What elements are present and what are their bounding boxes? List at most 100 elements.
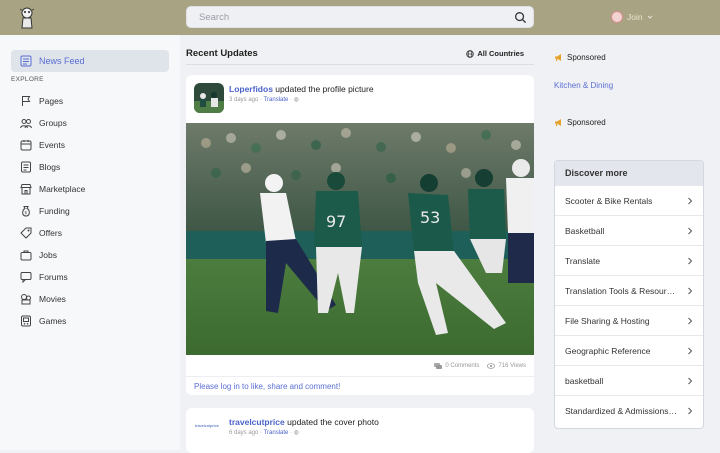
chevron-down-icon: [647, 15, 652, 19]
feed-post: travelcutprice travelcutprice updated th…: [186, 408, 534, 453]
news-feed-label: News Feed: [39, 56, 85, 66]
sidebar-item-games[interactable]: Games: [20, 310, 85, 332]
post-headline: travelcutprice updated the cover photo: [229, 417, 379, 427]
sidebar-item-label: Marketplace: [39, 184, 86, 194]
svg-text:97: 97: [326, 212, 346, 231]
flag-icon: [22, 96, 31, 106]
sidebar-item-label: Blogs: [39, 162, 61, 172]
comment-count[interactable]: 0 Comments: [434, 363, 479, 369]
post-meta: 3 days ago · Translate · ◍: [229, 97, 299, 103]
post-meta: 6 days ago · Translate · ◍: [229, 430, 299, 436]
post-time: 3 days ago: [229, 97, 259, 103]
sidebar-item-label: Movies: [39, 294, 66, 304]
view-count: 716 Views: [487, 363, 526, 369]
login-menu[interactable]: Join: [611, 11, 653, 23]
store-icon: [20, 184, 32, 195]
sponsored-text: Sponsored: [567, 53, 606, 62]
briefcase-icon: [20, 250, 32, 261]
discover-item[interactable]: Scooter & Bike Rentals: [555, 185, 703, 215]
globe-icon: [466, 49, 475, 58]
sidebar-item-label: Events: [39, 140, 65, 150]
divider: [186, 376, 534, 377]
public-globe-icon: ◍: [293, 97, 299, 103]
sponsored-label: Sponsored: [554, 53, 606, 62]
megaphone-icon: [555, 54, 561, 61]
sidebar-item-label: Jobs: [39, 250, 57, 260]
chevron-right-icon: [688, 257, 693, 264]
discover-item-label: File Sharing & Hosting: [565, 315, 650, 326]
login-prompt-link[interactable]: Please log in to like, share and comment…: [194, 382, 340, 391]
sidebar-item-label: Forums: [39, 272, 68, 282]
sidebar-item-offers[interactable]: Offers: [20, 222, 85, 244]
top-header: Search Join: [0, 0, 720, 35]
search-input[interactable]: Search: [199, 12, 229, 23]
megaphone-icon: [555, 119, 561, 126]
ad-link[interactable]: Kitchen & Dining: [554, 81, 613, 90]
tag-icon: [20, 227, 32, 239]
translate-link[interactable]: Translate: [264, 97, 289, 103]
public-globe-icon: ◍: [293, 430, 299, 436]
chevron-right-icon: [688, 287, 693, 294]
sidebar-item-events[interactable]: Events: [20, 134, 85, 156]
divider: [186, 64, 534, 65]
comment-count-label: 0 Comments: [445, 363, 480, 369]
sidebar-item-movies[interactable]: Movies: [20, 288, 85, 310]
post-author-avatar[interactable]: travelcutprice: [195, 423, 223, 435]
sidebar-item-groups[interactable]: Groups: [20, 112, 85, 134]
page-title: Recent Updates: [186, 48, 258, 59]
discover-item[interactable]: File Sharing & Hosting: [555, 305, 703, 335]
feed-post: Loperfidos updated the profile picture 3…: [186, 75, 534, 395]
post-action: updated the profile picture: [275, 84, 374, 94]
chevron-right-icon: [688, 347, 693, 354]
discover-item-label: Scooter & Bike Rentals: [565, 195, 653, 206]
blog-icon: [21, 161, 31, 173]
discover-item[interactable]: Basketball: [555, 215, 703, 245]
sidebar-item-blogs[interactable]: Blogs: [20, 156, 85, 178]
discover-item[interactable]: Translation Tools & Resources: [555, 275, 703, 305]
discover-item[interactable]: Geographic Reference: [555, 335, 703, 365]
discover-item-label: Standardized & Admissions Tests: [565, 405, 677, 416]
discover-item-label: Basketball: [565, 225, 605, 236]
funding-icon: $: [22, 206, 30, 217]
view-count-label: 716 Views: [498, 363, 526, 369]
sidebar-item-label: Pages: [39, 96, 64, 106]
sidebar-item-funding[interactable]: $ Funding: [20, 200, 85, 222]
left-sidebar: News Feed EXPLORE Pages Groups Events Bl…: [0, 35, 180, 450]
chevron-right-icon: [688, 317, 693, 324]
right-sidebar: Sponsored Kitchen & Dining Sponsored Dis…: [548, 35, 720, 450]
chevron-right-icon: [688, 197, 693, 204]
discover-item[interactable]: Standardized & Admissions Tests: [555, 395, 703, 425]
news-feed-icon: [20, 55, 32, 67]
discover-item-label: basketball: [565, 375, 604, 386]
post-headline: Loperfidos updated the profile picture: [229, 84, 374, 94]
discover-item[interactable]: Translate: [555, 245, 703, 275]
discover-item[interactable]: basketball: [555, 365, 703, 395]
explore-heading: EXPLORE: [11, 76, 44, 83]
sidebar-item-label: Groups: [39, 118, 67, 128]
search-bar[interactable]: Search: [186, 6, 534, 28]
explore-menu: Pages Groups Events Blogs Marketplace $ …: [20, 90, 85, 332]
sidebar-item-jobs[interactable]: Jobs: [20, 244, 85, 266]
game-icon: [21, 315, 31, 327]
sidebar-item-marketplace[interactable]: Marketplace: [20, 178, 85, 200]
search-icon[interactable]: [514, 11, 527, 24]
translate-link[interactable]: Translate: [264, 430, 289, 436]
sidebar-item-label: Games: [39, 316, 67, 326]
country-filter-label: All Countries: [477, 49, 524, 58]
discover-title: Discover more: [555, 161, 703, 185]
post-author-link[interactable]: travelcutprice: [229, 417, 285, 427]
post-photo[interactable]: 97 53: [186, 123, 534, 355]
site-logo-icon[interactable]: [17, 6, 37, 30]
post-author-avatar[interactable]: [194, 83, 224, 113]
discover-item-label: Translation Tools & Resources: [565, 285, 677, 296]
post-author-link[interactable]: Loperfidos: [229, 84, 273, 94]
sidebar-item-label: Funding: [39, 206, 70, 216]
avatar: [611, 11, 623, 23]
sidebar-item-news-feed[interactable]: News Feed: [11, 50, 169, 72]
movie-icon: [21, 294, 31, 305]
chevron-right-icon: [688, 407, 693, 414]
sidebar-item-pages[interactable]: Pages: [20, 90, 85, 112]
post-action: updated the cover photo: [287, 417, 379, 427]
sidebar-item-forums[interactable]: Forums: [20, 266, 85, 288]
country-filter[interactable]: All Countries: [466, 49, 524, 58]
